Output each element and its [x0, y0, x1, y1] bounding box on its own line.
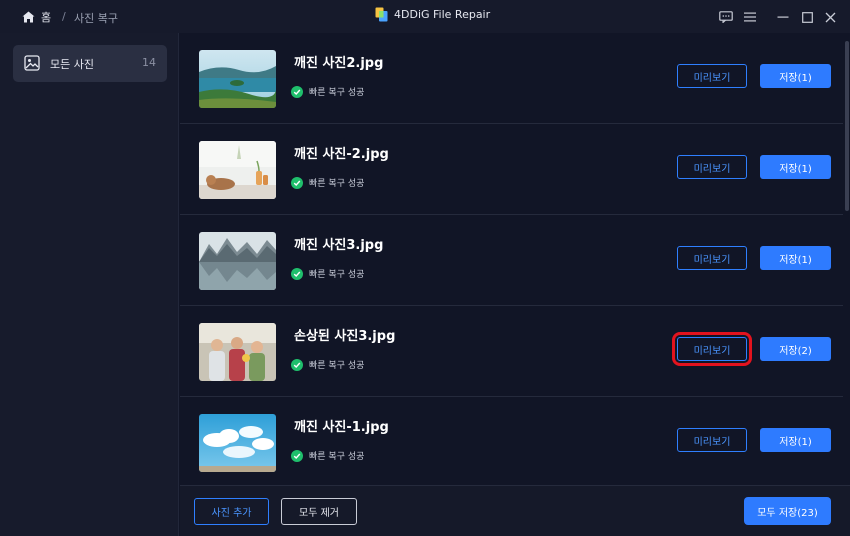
save-button[interactable]: 저장(2) — [760, 337, 831, 361]
save-button[interactable]: 저장(1) — [760, 155, 831, 179]
save-button[interactable]: 저장(1) — [760, 428, 831, 452]
file-name: 깨진 사진3.jpg — [294, 238, 384, 253]
status-text: 빠른 복구 성공 — [309, 270, 365, 280]
sidebar: 모든 사진 14 — [0, 33, 179, 536]
app-logo-icon — [375, 7, 388, 22]
title-bar: 홈 / 사진 복구 4DDiG File Repair — [0, 0, 850, 33]
file-name: 깨진 사진2.jpg — [294, 56, 384, 71]
status-text: 빠른 복구 성공 — [309, 452, 365, 462]
file-list: 깨진 사진2.jpg 빠른 복구 성공 미리보기 저장(1) 깨진 사진-2.j… — [180, 33, 843, 485]
preview-button[interactable]: 미리보기 — [677, 155, 747, 179]
check-circle-icon — [291, 358, 303, 371]
chat-icon — [719, 11, 733, 23]
hamburger-icon — [744, 12, 756, 22]
maximize-icon — [801, 11, 813, 23]
file-name: 깨진 사진-2.jpg — [294, 147, 389, 162]
breadcrumb[interactable]: 사진 복구 — [74, 10, 118, 26]
file-name: 손상된 사진3.jpg — [294, 329, 396, 344]
maximize-button[interactable] — [800, 10, 814, 24]
image-icon — [24, 55, 40, 71]
menu-button[interactable] — [743, 10, 757, 24]
feedback-button[interactable] — [719, 10, 733, 24]
sidebar-item-count: 14 — [142, 56, 156, 69]
status-text: 빠른 복구 성공 — [309, 88, 365, 98]
footer-bar: 사진 추가 모두 제거 모두 저장(23) — [180, 485, 850, 536]
preview-button[interactable]: 미리보기 — [677, 64, 747, 88]
remove-all-button[interactable]: 모두 제거 — [281, 498, 357, 525]
add-photo-button[interactable]: 사진 추가 — [194, 498, 269, 525]
repair-status: 빠른 복구 성공 — [291, 449, 364, 462]
minimize-button[interactable] — [776, 10, 790, 24]
scrollbar[interactable] — [843, 33, 850, 485]
breadcrumb-separator: / — [62, 10, 66, 23]
save-button[interactable]: 저장(1) — [760, 64, 831, 88]
app-title-text: 4DDiG File Repair — [394, 8, 491, 21]
file-row: 깨진 사진3.jpg 빠른 복구 성공 미리보기 저장(1) — [180, 215, 843, 306]
check-circle-icon — [291, 85, 303, 98]
close-icon — [825, 12, 835, 22]
repair-status: 빠른 복구 성공 — [291, 267, 364, 280]
file-name: 깨진 사진-1.jpg — [294, 420, 389, 435]
scrollbar-thumb[interactable] — [845, 41, 849, 211]
home-icon — [22, 11, 35, 23]
save-all-button[interactable]: 모두 저장(23) — [744, 497, 831, 525]
close-button[interactable] — [823, 10, 837, 24]
sidebar-item-label: 모든 사진 — [50, 58, 94, 71]
thumbnail-mountain-lake[interactable] — [199, 232, 276, 290]
preview-button[interactable]: 미리보기 — [677, 246, 747, 270]
thumbnail-family[interactable] — [199, 323, 276, 381]
check-circle-icon — [291, 176, 303, 189]
repair-status: 빠른 복구 성공 — [291, 85, 364, 98]
home-label: 홈 — [41, 11, 52, 24]
status-text: 빠른 복구 성공 — [309, 361, 365, 371]
save-button[interactable]: 저장(1) — [760, 246, 831, 270]
thumbnail-sky-clouds[interactable] — [199, 414, 276, 472]
app-title: 4DDiG File Repair — [375, 7, 490, 22]
repair-status: 빠른 복구 성공 — [291, 358, 364, 371]
file-row: 깨진 사진-1.jpg 빠른 복구 성공 미리보기 저장(1) — [180, 397, 843, 485]
check-circle-icon — [291, 267, 303, 280]
file-row: 깨진 사진2.jpg 빠른 복구 성공 미리보기 저장(1) — [180, 33, 843, 124]
check-circle-icon — [291, 449, 303, 462]
file-row: 깨진 사진-2.jpg 빠른 복구 성공 미리보기 저장(1) — [180, 124, 843, 215]
preview-button[interactable]: 미리보기 — [672, 332, 752, 366]
thumbnail-lake-island[interactable] — [199, 50, 276, 108]
preview-button[interactable]: 미리보기 — [677, 428, 747, 452]
sidebar-item-all-photos[interactable]: 모든 사진 14 — [13, 45, 167, 82]
repair-status: 빠른 복구 성공 — [291, 176, 364, 189]
status-text: 빠른 복구 성공 — [309, 179, 365, 189]
file-row: 손상된 사진3.jpg 빠른 복구 성공 미리보기 저장(2) — [180, 306, 843, 397]
minimize-icon — [777, 16, 789, 18]
thumbnail-cat-window[interactable] — [199, 141, 276, 199]
home-button[interactable]: 홈 — [22, 9, 51, 25]
